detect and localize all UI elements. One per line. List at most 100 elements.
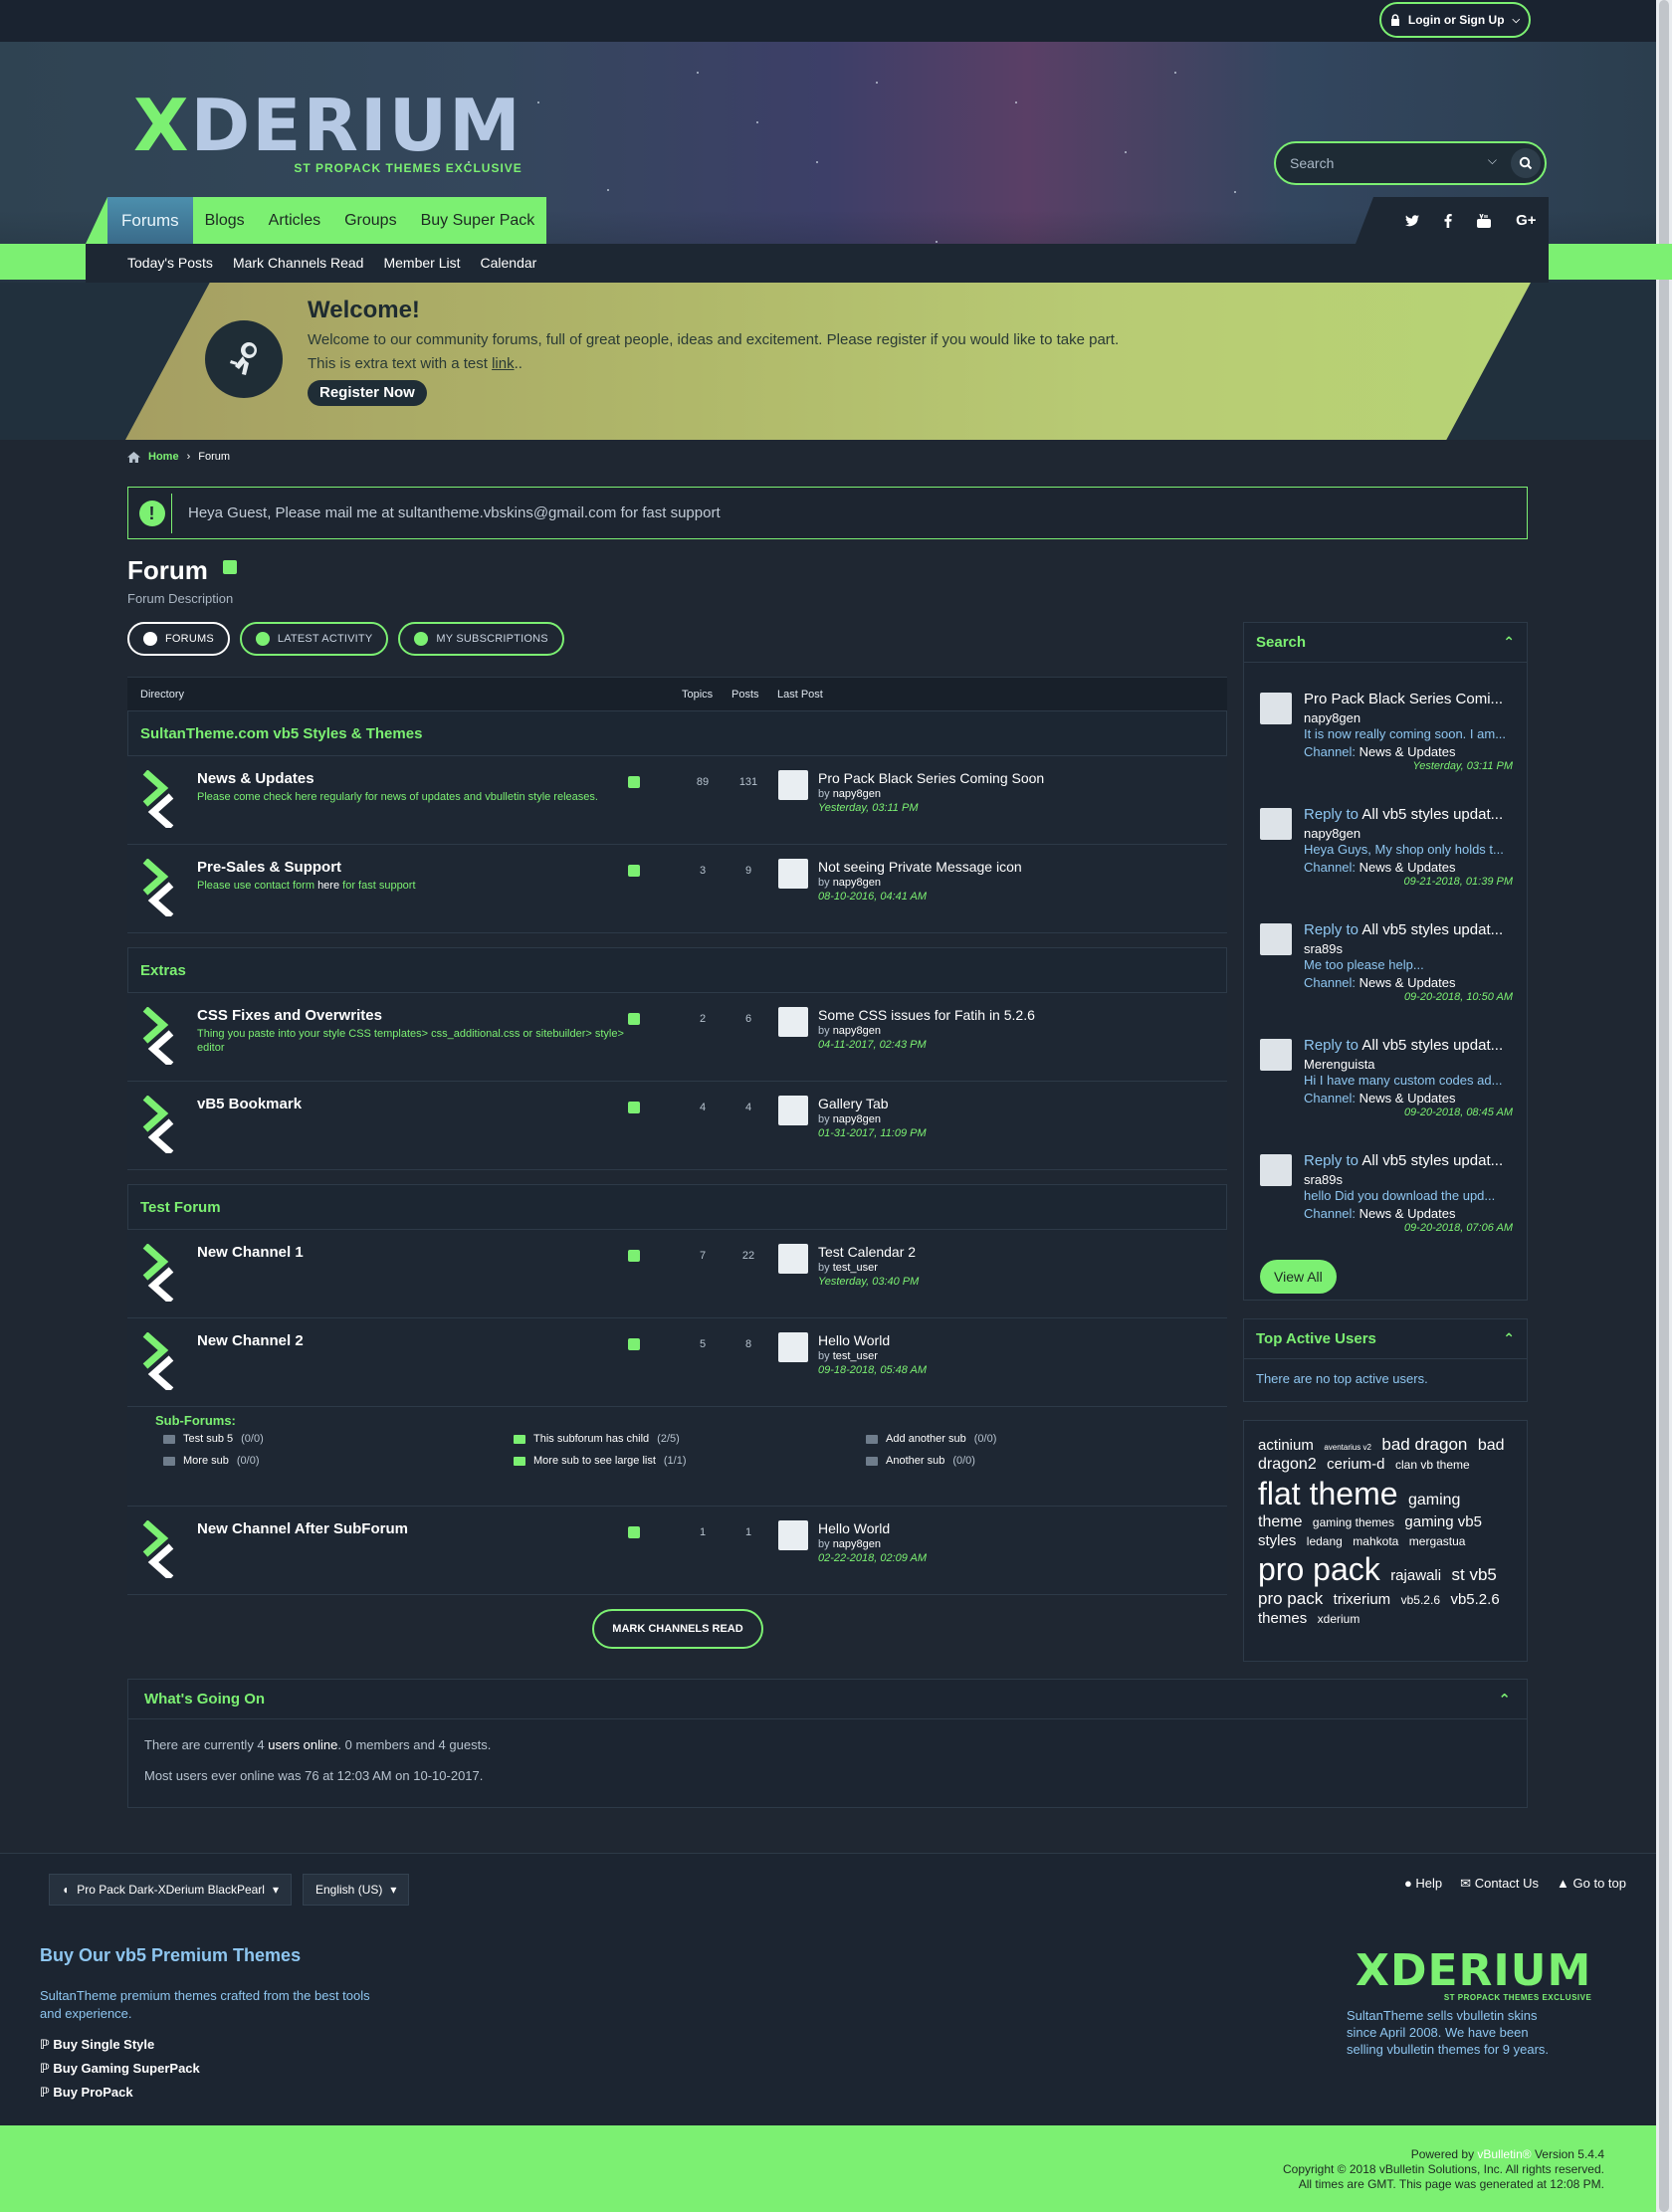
activity-date[interactable]: 09-20-2018, 10:50 AM bbox=[1404, 991, 1513, 1003]
subforum-item[interactable]: More sub (0/0) bbox=[163, 1455, 259, 1467]
activity-channel-link[interactable]: News & Updates bbox=[1359, 1091, 1456, 1106]
tag-link[interactable]: aventarius v2 bbox=[1324, 1443, 1371, 1452]
last-post-user[interactable]: napy8gen bbox=[833, 788, 881, 800]
activity-channel-link[interactable]: News & Updates bbox=[1359, 860, 1456, 875]
subforum-item[interactable]: This subforum has child (2/5) bbox=[514, 1433, 680, 1445]
activity-channel-link[interactable]: News & Updates bbox=[1359, 744, 1456, 759]
activity-user[interactable]: Merenguista bbox=[1304, 1057, 1375, 1072]
last-post-user[interactable]: napy8gen bbox=[833, 877, 881, 889]
last-post-title[interactable]: Gallery Tab bbox=[818, 1096, 889, 1111]
vbulletin-link[interactable]: vBulletin® bbox=[1477, 2147, 1531, 2161]
site-logo[interactable]: XDERIUM ST PROPACK THEMES EXCLUSIVE bbox=[133, 90, 522, 175]
last-post-title[interactable]: Pro Pack Black Series Coming Soon bbox=[818, 770, 1044, 786]
facebook-icon[interactable] bbox=[1444, 213, 1453, 228]
collapse-chevron-icon[interactable]: ⌃ bbox=[1503, 1330, 1515, 1347]
last-post-user[interactable]: test_user bbox=[833, 1262, 878, 1274]
avatar[interactable] bbox=[1260, 1154, 1292, 1186]
activity-title[interactable]: Reply to All vb5 styles updat... bbox=[1304, 921, 1513, 938]
tab-forums[interactable]: Forums bbox=[107, 197, 193, 244]
avatar[interactable] bbox=[1260, 693, 1292, 724]
tag-link[interactable]: mahkota bbox=[1353, 1534, 1398, 1548]
tab-blogs[interactable]: Blogs bbox=[193, 197, 257, 244]
last-post-date[interactable]: Yesterday, 03:11 PM bbox=[818, 802, 918, 814]
tab-groups[interactable]: Groups bbox=[332, 197, 408, 244]
collapse-chevron-icon[interactable]: ⌃ bbox=[1498, 1691, 1511, 1709]
activity-title[interactable]: Reply to All vb5 styles updat... bbox=[1304, 1152, 1513, 1169]
last-post-title[interactable]: Some CSS issues for Fatih in 5.2.6 bbox=[818, 1007, 1035, 1023]
last-post-date[interactable]: 08-10-2016, 04:41 AM bbox=[818, 891, 927, 903]
users-online-link[interactable]: users online bbox=[268, 1737, 337, 1752]
subnav-member-list[interactable]: Member List bbox=[383, 249, 460, 277]
youtube-icon[interactable] bbox=[1477, 213, 1492, 228]
avatar[interactable] bbox=[778, 1332, 808, 1362]
tag-link[interactable]: clan vb theme bbox=[1395, 1458, 1470, 1472]
activity-title[interactable]: Pro Pack Black Series Comi... bbox=[1304, 691, 1513, 707]
mark-channels-read-button[interactable]: MARK CHANNELS READ bbox=[592, 1609, 763, 1649]
channel-name[interactable]: New Channel 2 bbox=[197, 1332, 304, 1349]
activity-channel-link[interactable]: News & Updates bbox=[1359, 1206, 1456, 1221]
activity-user[interactable]: napy8gen bbox=[1304, 710, 1360, 725]
channel-name[interactable]: New Channel 1 bbox=[197, 1244, 304, 1261]
buy-gaming-superpack-link[interactable]: ℙ Buy Gaming SuperPack bbox=[40, 2061, 200, 2077]
tab-buy-super-pack[interactable]: Buy Super Pack bbox=[409, 197, 547, 244]
footer-go-to-top[interactable]: ▲ Go to top bbox=[1557, 1874, 1626, 1894]
subnav-todays-posts[interactable]: Today's Posts bbox=[127, 249, 213, 277]
last-post-user[interactable]: napy8gen bbox=[833, 1538, 881, 1550]
rss-icon[interactable] bbox=[628, 865, 640, 877]
avatar[interactable] bbox=[778, 1096, 808, 1125]
last-post-date[interactable]: Yesterday, 03:40 PM bbox=[818, 1276, 919, 1288]
avatar[interactable] bbox=[778, 1520, 808, 1550]
search-input[interactable] bbox=[1276, 155, 1475, 171]
rss-icon[interactable] bbox=[628, 1526, 640, 1538]
last-post-user[interactable]: napy8gen bbox=[833, 1113, 881, 1125]
tag-link[interactable]: gaming themes bbox=[1313, 1515, 1394, 1529]
rss-icon[interactable] bbox=[628, 1102, 640, 1113]
last-post-user[interactable]: napy8gen bbox=[833, 1025, 881, 1037]
subforum-item[interactable]: Another sub (0/0) bbox=[866, 1455, 975, 1467]
last-post-date[interactable]: 09-18-2018, 05:48 AM bbox=[818, 1364, 927, 1376]
scrollbar-thumb[interactable] bbox=[1659, 0, 1669, 2212]
last-post-user[interactable]: test_user bbox=[833, 1350, 878, 1362]
view-all-button[interactable]: View All bbox=[1260, 1260, 1337, 1294]
channel-name[interactable]: CSS Fixes and Overwrites bbox=[197, 1007, 382, 1024]
activity-date[interactable]: 09-20-2018, 08:45 AM bbox=[1404, 1106, 1513, 1118]
buy-propack-link[interactable]: ℙ Buy ProPack bbox=[40, 2085, 133, 2101]
tab-latest-activity[interactable]: LATEST ACTIVITY bbox=[239, 622, 389, 656]
rss-icon[interactable] bbox=[628, 776, 640, 788]
tag-link[interactable]: rajawali bbox=[1390, 1567, 1441, 1584]
subnav-mark-channels-read[interactable]: Mark Channels Read bbox=[233, 249, 364, 277]
activity-date[interactable]: 09-21-2018, 01:39 PM bbox=[1404, 876, 1513, 888]
rss-icon[interactable] bbox=[628, 1250, 640, 1262]
tag-link[interactable]: vb5.2.6 bbox=[1401, 1593, 1440, 1607]
tag-link[interactable]: pro pack bbox=[1258, 1551, 1380, 1587]
buy-single-style-link[interactable]: ℙ Buy Single Style bbox=[40, 2037, 154, 2053]
subnav-calendar[interactable]: Calendar bbox=[480, 249, 536, 277]
footer-contact-us[interactable]: ✉ Contact Us bbox=[1460, 1874, 1539, 1894]
subforum-item[interactable]: More sub to see large list (1/1) bbox=[514, 1455, 687, 1467]
last-post-title[interactable]: Not seeing Private Message icon bbox=[818, 859, 1022, 875]
section-header[interactable]: SultanTheme.com vb5 Styles & Themes bbox=[127, 710, 1227, 756]
tag-link[interactable]: xderium bbox=[1318, 1612, 1360, 1626]
tag-link[interactable]: bad dragon bbox=[1381, 1435, 1467, 1454]
tag-link[interactable]: cerium-d bbox=[1327, 1456, 1384, 1473]
avatar[interactable] bbox=[778, 859, 808, 889]
activity-title[interactable]: Reply to All vb5 styles updat... bbox=[1304, 806, 1513, 823]
welcome-test-link[interactable]: link bbox=[492, 355, 515, 372]
google-plus-icon[interactable]: G+ bbox=[1516, 212, 1536, 229]
avatar[interactable] bbox=[778, 770, 808, 800]
login-signup-button[interactable]: Login or Sign Up ⌵ bbox=[1379, 2, 1531, 38]
register-now-button[interactable]: Register Now bbox=[308, 380, 427, 406]
section-header[interactable]: Extras bbox=[127, 947, 1227, 993]
tag-link[interactable]: mergastua bbox=[1409, 1534, 1466, 1548]
contact-form-link[interactable]: here bbox=[317, 880, 339, 892]
avatar[interactable] bbox=[1260, 923, 1292, 955]
channel-name[interactable]: vB5 Bookmark bbox=[197, 1096, 302, 1112]
tag-link[interactable]: flat theme bbox=[1258, 1476, 1398, 1511]
language-selector[interactable]: English (US) ▾ bbox=[303, 1874, 410, 1906]
activity-user[interactable]: napy8gen bbox=[1304, 826, 1360, 841]
subforum-item[interactable]: Test sub 5 (0/0) bbox=[163, 1433, 264, 1445]
channel-name[interactable]: News & Updates bbox=[197, 770, 314, 787]
tag-link[interactable]: trixerium bbox=[1334, 1591, 1391, 1608]
activity-date[interactable]: 09-20-2018, 07:06 AM bbox=[1404, 1222, 1513, 1234]
avatar[interactable] bbox=[1260, 1039, 1292, 1071]
